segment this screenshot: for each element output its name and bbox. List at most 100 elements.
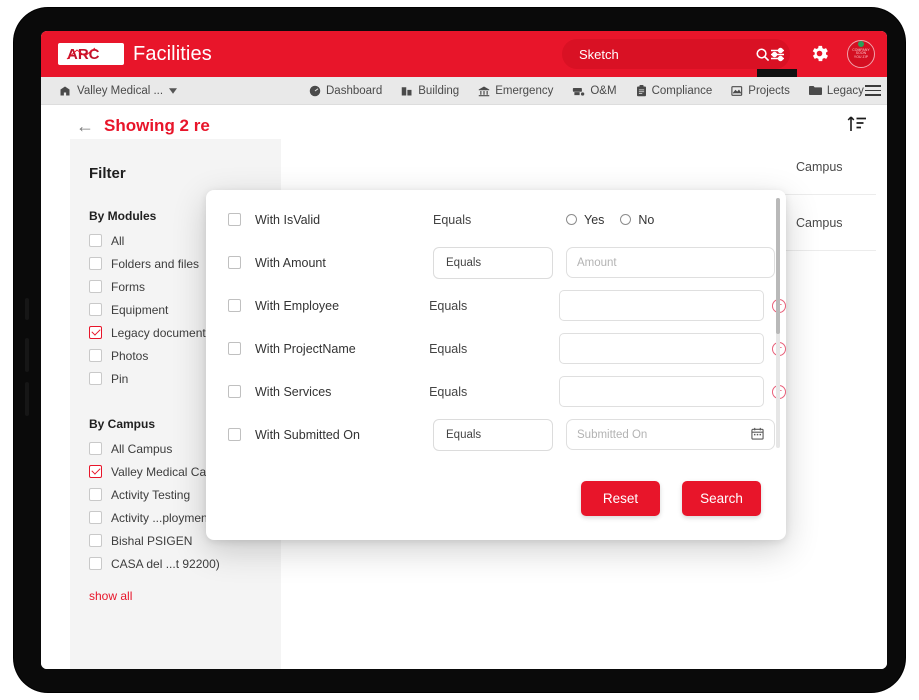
building-blocks-icon [402, 86, 412, 95]
table-row[interactable]: Campus [296, 139, 876, 195]
checkbox[interactable] [228, 213, 241, 226]
nav-link-projects[interactable]: Projects [731, 85, 790, 97]
filter-sliders-icon[interactable] [770, 47, 786, 62]
reset-button[interactable]: Reset [581, 480, 660, 516]
nav-label: Building [418, 84, 460, 97]
radio-button[interactable] [566, 214, 577, 225]
filter-row-amount: With Amount Equals Amount [206, 241, 786, 284]
isvalid-radio-group: Yes No [566, 213, 654, 227]
filter-row-operator-select[interactable]: Equals [433, 246, 553, 279]
nav-link-compliance[interactable]: Compliance [636, 84, 713, 97]
filter-row-label: With ProjectName [255, 341, 356, 356]
tablet-device-frame: ARC Facilities Sketch COMPANY SOON YOU Z… [14, 8, 905, 692]
checkbox[interactable] [89, 534, 102, 547]
folder-icon [808, 86, 822, 95]
filter-row-label: With IsValid [255, 212, 321, 227]
device-volume-up-button[interactable] [25, 338, 29, 372]
settings-gear-button[interactable] [809, 43, 830, 69]
global-search-bar[interactable] [562, 39, 790, 69]
calendar-icon[interactable] [751, 427, 764, 443]
checkbox[interactable] [89, 442, 102, 455]
page-body: ← Showing 2 re Campus Campus Filter By M… [41, 105, 887, 669]
radio-button[interactable] [620, 214, 632, 225]
chevron-down-icon [169, 87, 178, 94]
back-arrow-icon[interactable]: ← [76, 117, 94, 135]
campus-option-casa-del[interactable]: CASA del ...t 92200) [89, 552, 281, 575]
app-screen: ARC Facilities Sketch COMPANY SOON YOU Z… [41, 31, 887, 669]
checkbox[interactable] [89, 372, 102, 385]
filter-row-operator[interactable]: Equals [429, 299, 559, 313]
services-input[interactable] [559, 376, 764, 407]
checkbox[interactable] [89, 234, 102, 247]
filter-option-label: Forms [111, 279, 145, 294]
badge-status-dot [858, 41, 864, 47]
campus-selector[interactable]: Valley Medical ... [59, 84, 178, 97]
gear-icon [812, 45, 828, 62]
hamburger-menu-icon[interactable] [865, 82, 881, 99]
dashboard-icon [309, 85, 321, 96]
checkbox-checked[interactable] [89, 326, 102, 339]
checkbox[interactable] [89, 280, 102, 293]
nav-label: Legacy [826, 84, 864, 97]
checkbox[interactable] [89, 257, 102, 270]
modal-action-bar: Reset Search [206, 456, 786, 540]
emergency-bank-icon [478, 86, 490, 96]
campus-option-label: CASA del ...t 92200) [111, 556, 220, 571]
filter-row-projectname: With ProjectName Equals + [206, 327, 786, 370]
nav-link-building[interactable]: Building [401, 85, 459, 97]
campus-selector-label: Valley Medical ... [77, 84, 164, 97]
checkbox[interactable] [228, 385, 241, 398]
filter-row-operator-select[interactable]: Equals [433, 418, 553, 451]
nav-link-emergency[interactable]: Emergency [478, 85, 553, 97]
search-icon[interactable] [755, 47, 770, 62]
checkbox[interactable] [89, 488, 102, 501]
show-all-link[interactable]: show all [89, 589, 132, 603]
filter-row-label: With Submitted On [255, 427, 360, 442]
device-power-button[interactable] [25, 298, 29, 320]
submitted-on-date-input[interactable]: Submitted On [566, 419, 775, 450]
checkbox[interactable] [89, 303, 102, 316]
modal-scrollbar[interactable] [776, 198, 780, 448]
checkbox[interactable] [228, 299, 241, 312]
result-campus-text: Campus [796, 215, 843, 230]
nav-links: Dashboard Building Emergency O&M Complia… [309, 84, 864, 97]
projectname-input[interactable] [559, 333, 764, 364]
filter-row-isvalid: With IsValid Equals Yes No [206, 198, 786, 241]
sort-ascending-icon[interactable] [847, 114, 867, 138]
radio-yes[interactable]: Yes [566, 213, 604, 227]
filter-row-operator[interactable]: Equals [433, 213, 566, 227]
filter-row-label: With Amount [255, 255, 326, 270]
checkbox[interactable] [89, 557, 102, 570]
checkbox[interactable] [228, 256, 241, 269]
filter-row-submitted-on: With Submitted On Equals Submitted On [206, 413, 786, 456]
nav-link-legacy[interactable]: Legacy [808, 84, 864, 97]
checkbox[interactable] [228, 342, 241, 355]
checkbox[interactable] [89, 511, 102, 524]
checkbox-checked[interactable] [89, 465, 102, 478]
nav-label: Projects [748, 84, 790, 97]
filter-row-operator[interactable]: Equals [429, 342, 559, 356]
filter-row-operator[interactable]: Equals [429, 385, 559, 399]
campus-option-label: Bishal PSIGEN [111, 533, 193, 548]
nav-link-dashboard[interactable]: Dashboard [309, 85, 382, 97]
filter-option-label: Equipment [111, 302, 169, 317]
search-button[interactable]: Search [682, 480, 761, 516]
nav-link-om[interactable]: O&M [572, 85, 617, 97]
company-badge-avatar[interactable]: COMPANY SOON YOU ZIP [847, 40, 875, 70]
amount-input[interactable]: Amount [566, 247, 775, 278]
radio-no[interactable]: No [620, 213, 654, 227]
checkbox[interactable] [89, 349, 102, 362]
campus-option-label: Activity Testing [111, 487, 191, 502]
device-volume-down-button[interactable] [25, 382, 29, 416]
nav-label: Compliance [651, 84, 713, 97]
filter-option-label: Photos [111, 348, 149, 363]
main-navigation-bar: Valley Medical ... Dashboard Building Em… [41, 77, 887, 105]
checkbox[interactable] [228, 428, 241, 441]
result-campus-text: Campus [796, 159, 843, 174]
brand-logo[interactable]: ARC Facilities [58, 43, 212, 66]
employee-input[interactable] [559, 290, 764, 321]
search-input[interactable] [562, 46, 755, 62]
results-header: ← Showing 2 re [76, 116, 210, 136]
filter-row-employee: With Employee Equals + [206, 284, 786, 327]
arc-logo-icon: ARC [66, 46, 100, 62]
